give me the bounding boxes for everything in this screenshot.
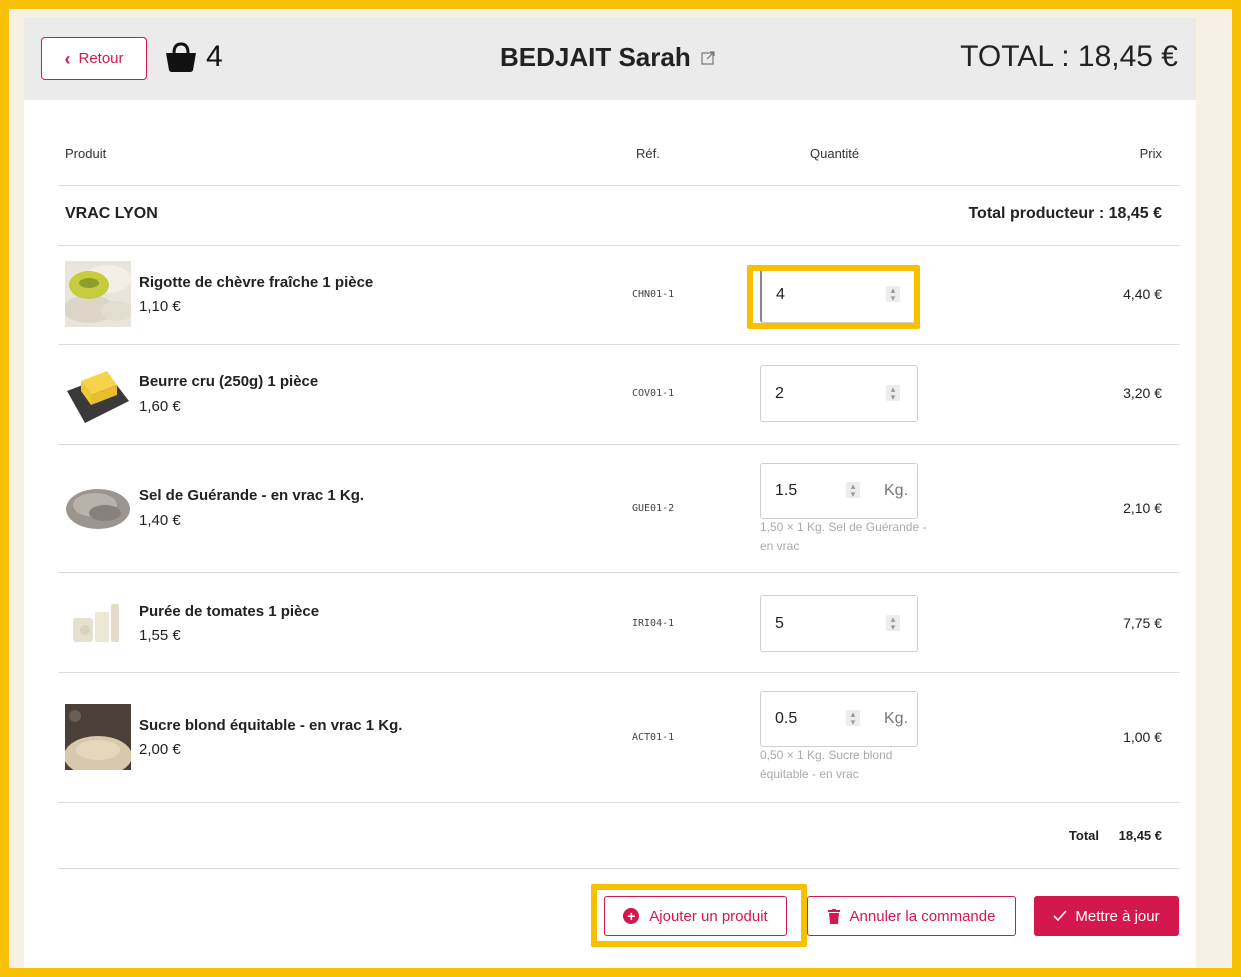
product-name: Rigotte de chèvre fraîche 1 pièce <box>139 274 374 291</box>
spinner-icon[interactable]: ▴ ▾ <box>886 385 900 402</box>
divider <box>58 802 1180 803</box>
product-name: Sel de Guérande - en vrac 1 Kg. <box>139 487 365 504</box>
quantity-unit: Kg. <box>884 482 909 499</box>
basket-count: 4 <box>206 40 223 73</box>
product-image <box>65 261 131 327</box>
product-unit-price: 2,00 € <box>139 741 181 758</box>
add-product-label: Ajouter un produit <box>649 907 768 925</box>
side-strip <box>1196 18 1232 968</box>
quantity-unit: Kg. <box>884 710 909 727</box>
line-price: 2,10 € <box>1123 500 1162 516</box>
product-image <box>65 361 131 427</box>
product-ref: ACT01-1 <box>632 732 675 743</box>
line-price: 1,00 € <box>1123 729 1162 745</box>
product-image <box>65 590 131 656</box>
update-button[interactable]: Mettre à jour <box>1034 896 1179 936</box>
product-ref: GUE01-2 <box>632 503 675 514</box>
spinner-icon[interactable]: ▴ ▾ <box>886 286 900 303</box>
column-header-price: Prix <box>1139 146 1162 161</box>
product-unit-price: 1,10 € <box>139 298 181 315</box>
divider <box>58 672 1180 673</box>
producer-total: Total producteur : 18,45 € <box>968 205 1162 222</box>
producer-name: VRAC LYON <box>65 205 158 222</box>
divider <box>58 245 1180 246</box>
order-header: ‹ Retour 4 BEDJAIT Sarah TOTAL : 18,45 € <box>24 18 1196 100</box>
product-image <box>65 704 131 770</box>
product-name: Sucre blond équitable - en vrac 1 Kg. <box>139 717 403 734</box>
product-ref: IRI04-1 <box>632 618 675 629</box>
cancel-order-button[interactable]: Annuler la commande <box>807 896 1016 936</box>
spinner-icon[interactable]: ▴ ▾ <box>846 482 860 499</box>
divider <box>58 868 1180 869</box>
cancel-order-label: Annuler la commande <box>849 907 996 925</box>
external-link-icon <box>701 50 715 65</box>
plus-circle-icon: + <box>623 908 640 924</box>
back-button-label: Retour <box>78 50 124 67</box>
order-total-line: Total 18,45 € <box>1069 828 1162 843</box>
product-unit-price: 1,55 € <box>139 627 181 644</box>
quantity-help-text: 1,50 × 1 Kg. Sel de Guérande - en vrac <box>760 520 927 553</box>
divider <box>58 344 1180 345</box>
product-image <box>65 475 131 541</box>
trash-icon <box>827 908 840 924</box>
line-price: 4,40 € <box>1123 286 1162 302</box>
total-value: 18,45 € <box>1118 828 1162 843</box>
line-price: 7,75 € <box>1123 615 1162 631</box>
add-product-button[interactable]: + Ajouter un produit <box>604 896 787 936</box>
column-header-ref: Réf. <box>636 146 660 161</box>
order-total-header: TOTAL : 18,45 € <box>960 40 1178 73</box>
product-unit-price: 1,40 € <box>139 512 181 529</box>
quantity-help-text: 0,50 × 1 Kg. Sucre blond équitable - en … <box>760 748 893 781</box>
chevron-left-icon: ‹ <box>64 48 71 69</box>
divider <box>58 572 1180 573</box>
column-header-product: Produit <box>65 146 107 161</box>
line-price: 3,20 € <box>1123 385 1162 401</box>
back-button[interactable]: ‹ Retour <box>41 37 147 80</box>
divider <box>58 185 1180 186</box>
spinner-icon[interactable]: ▴ ▾ <box>886 615 900 632</box>
product-name: Purée de tomates 1 pièce <box>139 603 320 620</box>
order-panel: ‹ Retour 4 BEDJAIT Sarah TOTAL : 18,45 €… <box>24 18 1196 968</box>
product-ref: COV01-1 <box>632 388 675 399</box>
product-ref: CHN01-1 <box>632 289 675 300</box>
divider <box>58 444 1180 445</box>
product-unit-price: 1,60 € <box>139 398 181 415</box>
spinner-icon[interactable]: ▴ ▾ <box>846 710 860 727</box>
check-icon <box>1053 910 1067 922</box>
customer-name: BEDJAIT Sarah <box>500 42 691 72</box>
product-name: Beurre cru (250g) 1 pièce <box>139 373 319 390</box>
total-label: Total <box>1068 828 1099 843</box>
customer-name-link[interactable]: BEDJAIT Sarah <box>500 42 715 73</box>
column-header-quantity: Quantité <box>810 146 860 161</box>
update-label: Mettre à jour <box>1075 907 1160 925</box>
basket-icon <box>166 42 196 72</box>
